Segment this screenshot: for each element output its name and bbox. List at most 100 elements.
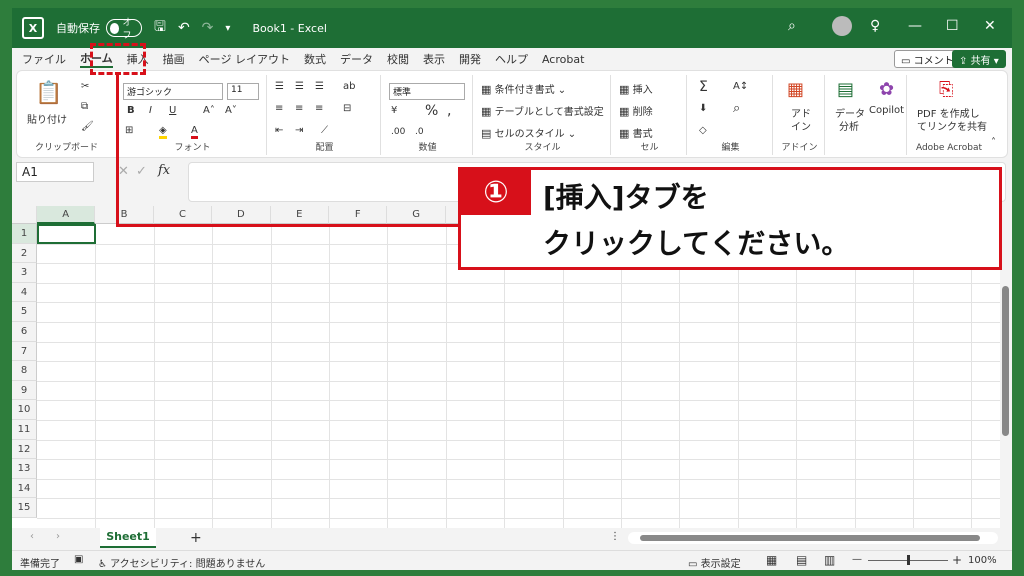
row-header[interactable]: 6 <box>12 322 37 342</box>
prev-sheet-icon[interactable]: ‹ <box>30 531 34 542</box>
row-header[interactable]: 13 <box>12 459 37 479</box>
undo-icon[interactable]: ↶ <box>178 20 190 36</box>
page-layout-view-icon[interactable]: ▤ <box>796 553 807 567</box>
page-break-view-icon[interactable]: ▥ <box>824 553 835 567</box>
accessibility-status[interactable]: ♿ アクセシビリティ: 問題ありません <box>98 555 265 570</box>
next-sheet-icon[interactable]: › <box>56 531 60 542</box>
autosum-icon[interactable]: Σ <box>699 79 708 95</box>
tab-file[interactable]: ファイル <box>22 51 66 67</box>
align-right-icon[interactable]: ≡ <box>315 103 323 114</box>
column-header[interactable]: E <box>270 206 329 224</box>
format-cells-button[interactable]: ▦ 書式 <box>619 125 653 140</box>
minimize-icon[interactable]: — <box>908 18 922 34</box>
merge-icon[interactable]: ⊟ <box>343 103 351 114</box>
selected-cell-a1[interactable] <box>37 224 96 244</box>
font-color-icon[interactable]: A <box>191 125 198 139</box>
sheet-options-icon[interactable]: ⋮ <box>610 531 620 542</box>
customize-qat-icon[interactable]: ▾ <box>225 23 230 34</box>
row-header[interactable]: 11 <box>12 420 37 440</box>
close-icon[interactable]: ✕ <box>984 18 996 34</box>
fill-color-icon[interactable]: ◈ <box>159 125 167 139</box>
row-header[interactable]: 12 <box>12 439 37 460</box>
tab-draw[interactable]: 描画 <box>163 51 185 67</box>
collapse-ribbon-icon[interactable]: ˄ <box>991 137 996 148</box>
paste-button[interactable]: 貼り付け <box>27 111 67 126</box>
column-header[interactable]: C <box>153 206 213 224</box>
sort-filter-icon[interactable]: A↕ <box>733 81 748 92</box>
column-header[interactable]: B <box>95 206 154 224</box>
increase-decimal-icon[interactable]: .00 <box>391 127 405 137</box>
currency-icon[interactable]: ¥ <box>391 105 397 116</box>
cancel-icon[interactable]: ✕ <box>118 164 129 179</box>
data-analysis-line2[interactable]: 分析 <box>839 118 859 133</box>
conditional-format-button[interactable]: ▦ 条件付き書式 ⌄ <box>481 81 566 96</box>
enter-icon[interactable]: ✓ <box>136 164 147 179</box>
italic-icon[interactable]: I <box>149 105 152 116</box>
align-top-icon[interactable]: ☰ <box>275 81 284 92</box>
display-settings-button[interactable]: ▭ 表示設定 <box>688 555 741 570</box>
number-format-select[interactable]: 標準 <box>389 83 465 100</box>
create-pdf-line2[interactable]: てリンクを共有 <box>917 118 987 133</box>
cell-style-button[interactable]: ▤ セルのスタイル ⌄ <box>481 125 576 140</box>
save-icon[interactable]: 🖫 <box>154 16 166 40</box>
font-size-select[interactable]: 11 <box>227 83 259 100</box>
row-header[interactable]: 3 <box>12 263 37 283</box>
row-header[interactable]: 1 <box>12 224 37 244</box>
row-header[interactable]: 2 <box>12 243 37 264</box>
data-analysis-icon[interactable]: ▤ <box>837 79 854 100</box>
decrease-decimal-icon[interactable]: .0 <box>415 127 424 137</box>
row-header[interactable]: 10 <box>12 400 37 420</box>
zoom-slider-thumb[interactable] <box>907 555 910 565</box>
insert-cells-button[interactable]: ▦ 挿入 <box>619 81 653 96</box>
macro-record-icon[interactable]: ▣ <box>74 554 83 565</box>
format-as-table-button[interactable]: ▦ テーブルとして書式設定 <box>481 103 604 118</box>
row-header[interactable]: 4 <box>12 282 37 303</box>
fill-icon[interactable]: ⬇ <box>699 103 707 114</box>
wrap-text-icon[interactable]: ab <box>343 81 355 92</box>
column-header[interactable]: F <box>329 206 388 224</box>
zoom-level[interactable]: 100% <box>968 555 997 566</box>
add-sheet-button[interactable]: + <box>190 530 202 546</box>
tab-page-layout[interactable]: ページ レイアウト <box>199 51 290 67</box>
column-header[interactable]: G <box>387 206 446 224</box>
select-all[interactable] <box>12 206 37 224</box>
row-header[interactable]: 7 <box>12 341 37 362</box>
shrink-font-icon[interactable]: A˅ <box>225 105 237 116</box>
zoom-in-icon[interactable]: + <box>952 553 962 567</box>
tab-view[interactable]: 表示 <box>423 51 445 67</box>
tab-data[interactable]: データ <box>340 51 373 67</box>
copilot-icon[interactable]: ✿ <box>879 79 894 100</box>
column-header[interactable]: A <box>37 206 96 224</box>
tab-formulas[interactable]: 数式 <box>304 51 326 67</box>
row-header[interactable]: 15 <box>12 498 37 518</box>
comma-icon[interactable]: , <box>447 103 451 119</box>
find-icon[interactable]: ⌕ <box>733 101 740 116</box>
border-icon[interactable]: ⊞ <box>125 125 133 136</box>
row-header[interactable]: 9 <box>12 380 37 401</box>
clear-icon[interactable]: ◇ <box>699 125 707 136</box>
zoom-out-icon[interactable]: — <box>852 554 862 565</box>
underline-icon[interactable]: U <box>169 105 176 116</box>
pdf-icon[interactable]: ⎘ <box>939 79 953 100</box>
tab-acrobat[interactable]: Acrobat <box>542 53 584 66</box>
vertical-scroll-thumb[interactable] <box>1002 286 1009 436</box>
maximize-icon[interactable]: ☐ <box>946 18 959 34</box>
cut-icon[interactable]: ✂ <box>81 81 89 92</box>
align-bottom-icon[interactable]: ☰ <box>315 81 324 92</box>
increase-indent-icon[interactable]: ⇥ <box>295 125 303 136</box>
row-header[interactable]: 8 <box>12 361 37 381</box>
copy-icon[interactable]: ⧉ <box>81 101 88 112</box>
paste-icon[interactable]: 📋 <box>35 81 62 106</box>
tab-review[interactable]: 校閲 <box>387 51 409 67</box>
decrease-indent-icon[interactable]: ⇤ <box>275 125 283 136</box>
align-center-icon[interactable]: ≡ <box>295 103 303 114</box>
addins-button-line2[interactable]: イン <box>791 118 811 133</box>
copilot-button[interactable]: Copilot <box>869 105 904 116</box>
horizontal-scrollbar[interactable] <box>628 532 998 544</box>
column-header[interactable]: D <box>212 206 271 224</box>
name-box[interactable]: A1 <box>16 162 94 182</box>
lightbulb-icon[interactable]: ♀ <box>870 18 880 34</box>
sheet-tab-sheet1[interactable]: Sheet1 <box>100 528 156 548</box>
normal-view-icon[interactable]: ▦ <box>766 553 777 567</box>
align-middle-icon[interactable]: ☰ <box>295 81 304 92</box>
